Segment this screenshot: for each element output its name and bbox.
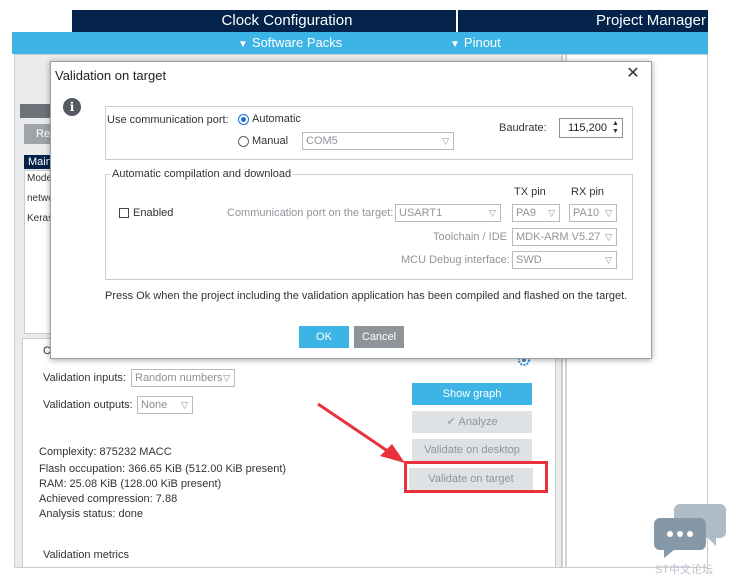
chevron-down-icon: ▽ xyxy=(548,208,555,218)
check-icon: ✔ xyxy=(446,416,456,428)
compression-text: Achieved compression: 7.88 xyxy=(39,493,178,505)
software-packs-menu[interactable]: ▼ Software Packs xyxy=(238,32,342,54)
red-arrow-annotation xyxy=(317,402,405,463)
pinout-menu[interactable]: ▼ Pinout xyxy=(450,32,501,54)
validation-outputs-label: Validation outputs: xyxy=(43,399,133,411)
tab-clock-configuration[interactable]: Clock Configuration xyxy=(162,10,412,32)
baudrate-label: Baudrate: xyxy=(499,122,547,134)
ok-button[interactable]: OK xyxy=(299,326,349,348)
rx-pin-select[interactable]: PA10 ▽ xyxy=(569,204,617,222)
analysis-stats: Complexity: 875232 MACC Flash occupation… xyxy=(39,445,286,522)
manual-port-select[interactable]: COM5 ▽ xyxy=(302,132,454,150)
chevron-down-icon: ▽ xyxy=(605,255,612,265)
chat-bubble-logo xyxy=(654,504,726,558)
chevron-down-icon: ▽ xyxy=(181,400,188,410)
spinner-down-icon[interactable]: ▼ xyxy=(611,128,620,136)
auto-compilation-title: Automatic compilation and download xyxy=(110,168,294,180)
rx-pin-header: RX pin xyxy=(571,186,605,198)
complexity-text: Complexity: 875232 MACC xyxy=(39,446,172,458)
comm-port-target-select[interactable]: USART1 ▽ xyxy=(395,204,501,222)
chevron-down-icon: ▽ xyxy=(605,208,612,218)
baudrate-spinner[interactable]: 115,200 ▲ ▼ xyxy=(559,118,623,138)
dialog-message: Press Ok when the project including the … xyxy=(105,290,628,302)
validation-outputs-select[interactable]: None ▽ xyxy=(137,396,193,414)
chevron-down-icon: ▼ xyxy=(238,39,248,50)
tab-project-manager[interactable]: Project Manager xyxy=(572,10,708,32)
chevron-down-icon: ▽ xyxy=(442,136,449,146)
manual-label: Manual xyxy=(252,135,289,147)
highlight-annotation xyxy=(404,461,548,493)
comm-port-label: Use communication port: xyxy=(107,114,229,126)
enabled-label: Enabled xyxy=(133,207,174,219)
chevron-down-icon: ▼ xyxy=(450,39,460,50)
model-label: Mode xyxy=(27,173,51,184)
toolchain-select[interactable]: MDK-ARM V5.27 ▽ xyxy=(512,228,617,246)
validate-desktop-button[interactable]: Validate on desktop xyxy=(412,439,532,461)
status-text: Analysis status: done xyxy=(39,508,143,520)
chevron-down-icon: ▽ xyxy=(223,373,230,383)
validation-inputs-label: Validation inputs: xyxy=(43,372,126,384)
debug-interface-select[interactable]: SWD ▽ xyxy=(512,251,617,269)
tx-pin-header: TX pin xyxy=(514,186,546,198)
close-icon[interactable]: ✕ xyxy=(625,66,641,82)
chevron-down-icon: ▽ xyxy=(605,232,612,242)
sub-nav-bar: ▼ Software Packs ▼ Pinout xyxy=(12,32,708,54)
manual-radio[interactable] xyxy=(238,136,249,147)
validation-group: C Validation inputs: Random numbers ▽ Val… xyxy=(22,338,556,568)
validation-dialog: Validation on target ✕ i Use communicati… xyxy=(50,61,652,359)
show-graph-button[interactable]: Show graph xyxy=(412,383,532,405)
validation-inputs-select[interactable]: Random numbers ▽ xyxy=(131,369,235,387)
validation-metrics-label: Validation metrics xyxy=(43,549,129,561)
chevron-down-icon: ▽ xyxy=(489,208,496,218)
dialog-title: Validation on target xyxy=(55,68,167,83)
ram-text: RAM: 25.08 KiB (128.00 KiB present) xyxy=(39,478,222,490)
app-window: Clock Configuration Project Manager ▼ Sof… xyxy=(0,0,733,582)
analyze-button[interactable]: ✔ Analyze xyxy=(412,411,532,433)
comm-port-target-label: Communication port on the target: xyxy=(227,207,394,219)
list-item[interactable]: Keras xyxy=(27,213,51,224)
cancel-button[interactable]: Cancel xyxy=(354,326,404,348)
watermark-text: ST中文论坛 xyxy=(655,564,714,576)
spinner-up-icon[interactable]: ▲ xyxy=(611,120,620,128)
list-item[interactable]: netwo xyxy=(27,193,51,204)
automatic-radio[interactable] xyxy=(238,114,249,125)
info-icon: i xyxy=(63,98,81,116)
toolchain-label: Toolchain / IDE xyxy=(433,231,507,243)
automatic-label: Automatic xyxy=(252,113,301,125)
enabled-checkbox[interactable] xyxy=(119,208,129,218)
top-nav-bar: Clock Configuration Project Manager xyxy=(12,10,708,32)
tx-pin-select[interactable]: PA9 ▽ xyxy=(512,204,560,222)
flash-text: Flash occupation: 366.65 KiB (512.00 KiB… xyxy=(39,463,287,475)
debug-interface-label: MCU Debug interface: xyxy=(401,254,510,266)
